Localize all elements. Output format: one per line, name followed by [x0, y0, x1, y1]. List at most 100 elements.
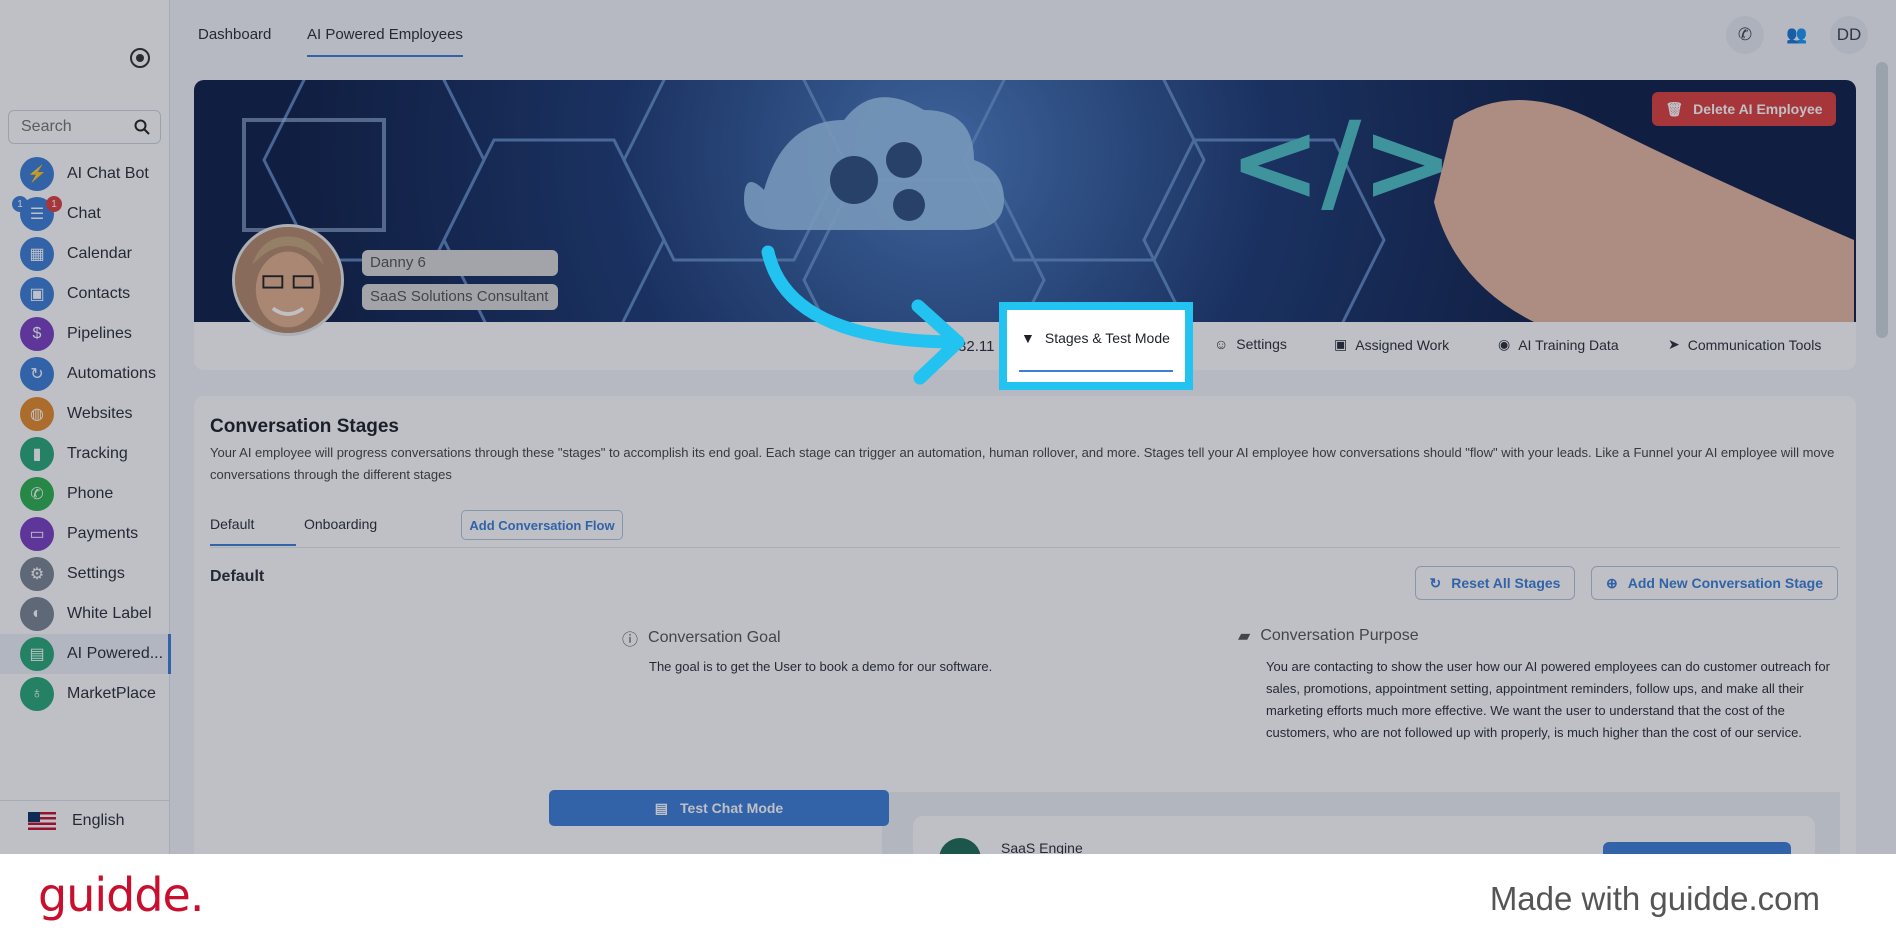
purpose-text: You are contacting to show the user how … — [1266, 659, 1830, 740]
sidebar-nav: ⚡ AI Chat Bot ☰ Chat 1 1 ▦ Calendar ▣ Contac… — [0, 154, 171, 714]
test-chat-mode-button[interactable]: ▤ Test Chat Mode — [549, 790, 889, 826]
svg-text:</>: </> — [1229, 98, 1454, 226]
sidebar-item-label: Settings — [67, 565, 125, 582]
sidebar-item-chat[interactable]: ☰ Chat 1 1 — [0, 194, 170, 234]
sidebar: ⚡ AI Chat Bot ☰Chat 1 1 ▦ Calendar ▣ Contac… — [0, 0, 171, 854]
phone-icon[interactable]: ✆ — [1726, 16, 1764, 54]
reset-label: Reset All Stages — [1451, 575, 1561, 591]
sidebar-item-phone[interactable]: ✆ Phone — [0, 474, 170, 514]
sidebar-item-pipelines[interactable]: $ Pipelines — [0, 314, 170, 354]
bulb-icon: ◉ — [1498, 336, 1511, 352]
tab-ai-training-data[interactable]: ◉ AI Training Data — [1498, 336, 1619, 353]
calendar-icon: ▦ — [20, 237, 54, 271]
sidebar-item-settings[interactable]: ⚙ Settings — [0, 554, 170, 594]
language-selector[interactable]: English — [0, 800, 170, 840]
plus-circle-icon: ⊕ — [1606, 574, 1618, 591]
comments-icon: ▰ — [1238, 628, 1251, 645]
employee-name-field[interactable]: Danny 6 — [362, 250, 558, 276]
tab-assigned-work[interactable]: ▣ Assigned Work — [1334, 336, 1449, 353]
globe-icon: ◍ — [20, 397, 54, 431]
add-stage-label: Add New Conversation Stage — [1627, 575, 1823, 591]
sidebar-item-label: Calendar — [67, 245, 132, 262]
chat-badge-red: 1 — [46, 196, 62, 212]
automation-icon: ↻ — [20, 357, 54, 391]
sidebar-item-marketplace[interactable]: ♁ MarketPlace — [0, 674, 170, 714]
tab-label: Settings — [1236, 336, 1287, 352]
made-with-label: Made with guidde.com — [1489, 880, 1820, 917]
sidebar-item-ai-chat-bot[interactable]: ⚡ AI Chat Bot — [0, 154, 170, 194]
sidebar-item-ai-powered[interactable]: ▤ AI Powered... — [0, 634, 171, 674]
tab-label: Stages & Test Mode — [1044, 330, 1170, 346]
ai-chat-icon: ▤ — [20, 637, 54, 671]
page-scrollbar[interactable] — [1876, 62, 1888, 338]
users-icon[interactable]: 👥 — [1778, 16, 1816, 54]
guidde-logo: guidde. — [38, 868, 204, 922]
search-icon[interactable] — [134, 119, 150, 135]
search-box[interactable] — [8, 110, 161, 144]
search-input[interactable] — [9, 111, 119, 143]
tab-dashboard[interactable]: Dashboard — [198, 26, 271, 43]
bolt-icon: ⚡ — [20, 157, 54, 191]
active-tab-underline — [1019, 370, 1173, 372]
tab-ai-powered-employees[interactable]: AI Powered Employees — [307, 26, 463, 57]
tab-label: Communication Tools — [1687, 336, 1822, 353]
tab-divider — [210, 547, 1840, 548]
guidde-footer: guidde. Made with guidde.com — [0, 854, 1896, 938]
add-new-stage-button[interactable]: ⊕ Add New Conversation Stage — [1591, 566, 1838, 600]
focus-icon[interactable] — [130, 48, 150, 68]
guide-arrow-icon — [761, 245, 965, 385]
tab-settings[interactable]: ☺ Settings — [1214, 336, 1287, 352]
sidebar-item-label: Payments — [67, 525, 139, 542]
sidebar-item-label: AI Chat Bot — [67, 165, 149, 182]
purpose-heading-text: Conversation Purpose — [1260, 627, 1419, 644]
sidebar-item-contacts[interactable]: ▣ Contacts — [0, 274, 170, 314]
test-chat-label: Test Chat Mode — [680, 800, 784, 816]
goal-heading: ⓘ Conversation Goal — [622, 626, 781, 650]
page-title: Conversation Stages — [210, 416, 399, 437]
chat-badge-blue: 1 — [12, 196, 28, 212]
sidebar-item-websites[interactable]: ◍ Websites — [0, 394, 170, 434]
tab-communication-tools[interactable]: ➤ Communication Tools — [1668, 336, 1821, 353]
sidebar-item-automations[interactable]: ↻ Automations — [0, 354, 170, 394]
sidebar-item-tracking[interactable]: ▮ Tracking — [0, 434, 170, 474]
sidebar-item-label: White Label — [67, 605, 152, 622]
dollar-icon: $ — [20, 317, 54, 351]
add-conversation-flow-button[interactable]: Add Conversation Flow — [461, 510, 623, 540]
phone-icon: ✆ — [20, 477, 54, 511]
gear-icon: ☺ — [1214, 336, 1229, 352]
avatar[interactable]: DD — [1830, 16, 1868, 54]
tab-default[interactable]: Default — [210, 516, 297, 546]
reset-all-stages-button[interactable]: ↻ Reset All Stages — [1415, 566, 1575, 600]
card-icon: ▭ — [20, 517, 54, 551]
highlight-box: ▼ Stages & Test Mode — [999, 302, 1193, 390]
face-photo — [235, 227, 341, 333]
us-flag-icon — [28, 811, 56, 830]
sidebar-item-label: Phone — [67, 485, 114, 502]
sidebar-item-white-label[interactable]: ◐ White Label — [0, 594, 170, 634]
section-title: Default — [210, 568, 265, 585]
language-label: English — [72, 811, 125, 829]
delete-ai-employee-button[interactable]: 🗑 Delete AI Employee — [1652, 92, 1836, 126]
goal-text: The goal is to get the User to book a de… — [649, 659, 993, 674]
employee-avatar[interactable] — [232, 224, 344, 336]
sidebar-item-label: AI Powered... — [67, 645, 164, 662]
sidebar-item-calendar[interactable]: ▦ Calendar — [0, 234, 170, 274]
employee-role-field[interactable]: SaaS Solutions Consultant — [362, 284, 558, 310]
palette-icon: ◐ — [20, 597, 54, 631]
delete-label: Delete AI Employee — [1693, 101, 1823, 117]
sidebar-item-label: Contacts — [67, 285, 131, 302]
tab-stages-test-mode[interactable]: ▼ Stages & Test Mode — [1021, 330, 1170, 346]
purpose-heading: ▰ Conversation Purpose — [1238, 626, 1419, 646]
contacts-icon: ▣ — [20, 277, 54, 311]
chat-icon: ▤ — [654, 799, 669, 816]
send-icon: ➤ — [1668, 336, 1680, 352]
tab-label: Assigned Work — [1355, 336, 1450, 353]
sidebar-item-payments[interactable]: ▭ Payments — [0, 514, 170, 554]
tab-onboarding[interactable]: Onboarding — [304, 516, 377, 532]
tab-label: AI Training Data — [1518, 336, 1619, 353]
briefcase-icon: ▣ — [1334, 336, 1348, 352]
refresh-icon: ↻ — [1429, 574, 1442, 591]
sidebar-item-label: Chat — [67, 205, 101, 222]
trash-icon: 🗑 — [1665, 100, 1684, 117]
chart-icon: ▮ — [20, 437, 54, 471]
